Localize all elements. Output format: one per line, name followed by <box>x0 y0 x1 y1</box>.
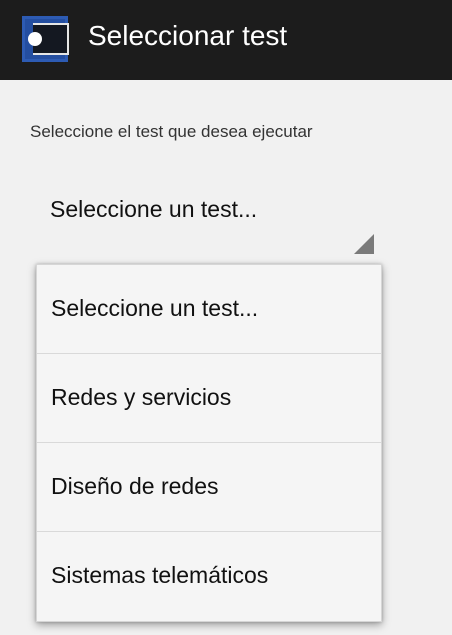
app-window-icon <box>22 16 69 62</box>
test-dropdown-popup: Seleccione un test... Redes y servicios … <box>36 264 382 622</box>
dropdown-item-label: Sistemas telemáticos <box>51 562 269 588</box>
app-bar: Seleccionar test <box>0 0 452 80</box>
app-title: Seleccionar test <box>88 20 288 51</box>
dropdown-item-placeholder[interactable]: Seleccione un test... <box>37 265 381 354</box>
instruction-text: Seleccione el test que desea ejecutar <box>30 122 313 141</box>
dropdown-item-label: Seleccione un test... <box>51 295 259 321</box>
dropdown-item-sistemas-telematicos[interactable]: Sistemas telemáticos <box>37 532 381 621</box>
dropdown-triangle-icon <box>354 234 374 254</box>
dropdown-item-diseno-de-redes[interactable]: Diseño de redes <box>37 443 381 532</box>
test-spinner[interactable]: Seleccione un test... <box>30 184 380 262</box>
dropdown-item-label: Diseño de redes <box>51 473 219 499</box>
dropdown-item-label: Redes y servicios <box>51 384 232 410</box>
spinner-selected-value: Seleccione un test... <box>50 196 258 222</box>
dropdown-item-redes-y-servicios[interactable]: Redes y servicios <box>37 354 381 443</box>
